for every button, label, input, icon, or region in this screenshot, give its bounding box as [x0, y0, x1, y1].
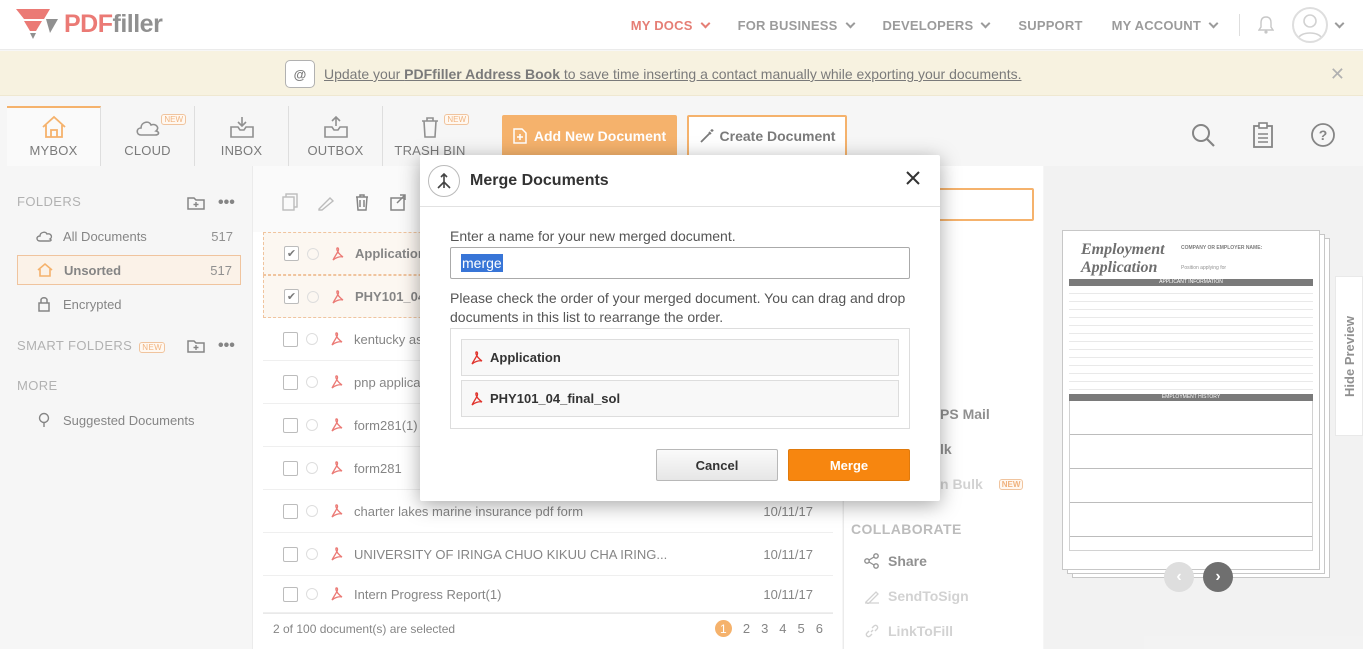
list-item[interactable]: Application — [461, 339, 899, 376]
merge-icon — [428, 164, 460, 197]
merged-name-label: Enter a name for your new merged documen… — [450, 228, 736, 244]
merge-order-list: Application PHY101_04_final_sol — [450, 328, 910, 429]
cancel-button[interactable]: Cancel — [656, 449, 778, 481]
pdf-icon — [471, 391, 483, 405]
pdf-icon — [471, 350, 483, 364]
merge-order-instructions: Please check the order of your merged do… — [450, 290, 906, 325]
dialog-header: Merge Documents — [420, 155, 940, 207]
merge-item-name: PHY101_04_final_sol — [490, 391, 621, 406]
merged-name-input[interactable]: merge — [450, 247, 910, 279]
close-icon[interactable] — [904, 169, 922, 187]
merge-button[interactable]: Merge — [788, 449, 910, 481]
merge-item-name: Application — [490, 350, 561, 365]
list-item[interactable]: PHY101_04_final_sol — [461, 380, 899, 417]
merge-documents-dialog: Merge Documents Enter a name for your ne… — [420, 155, 940, 501]
dialog-title: Merge Documents — [470, 171, 609, 189]
merged-name-value: merge — [461, 254, 503, 272]
